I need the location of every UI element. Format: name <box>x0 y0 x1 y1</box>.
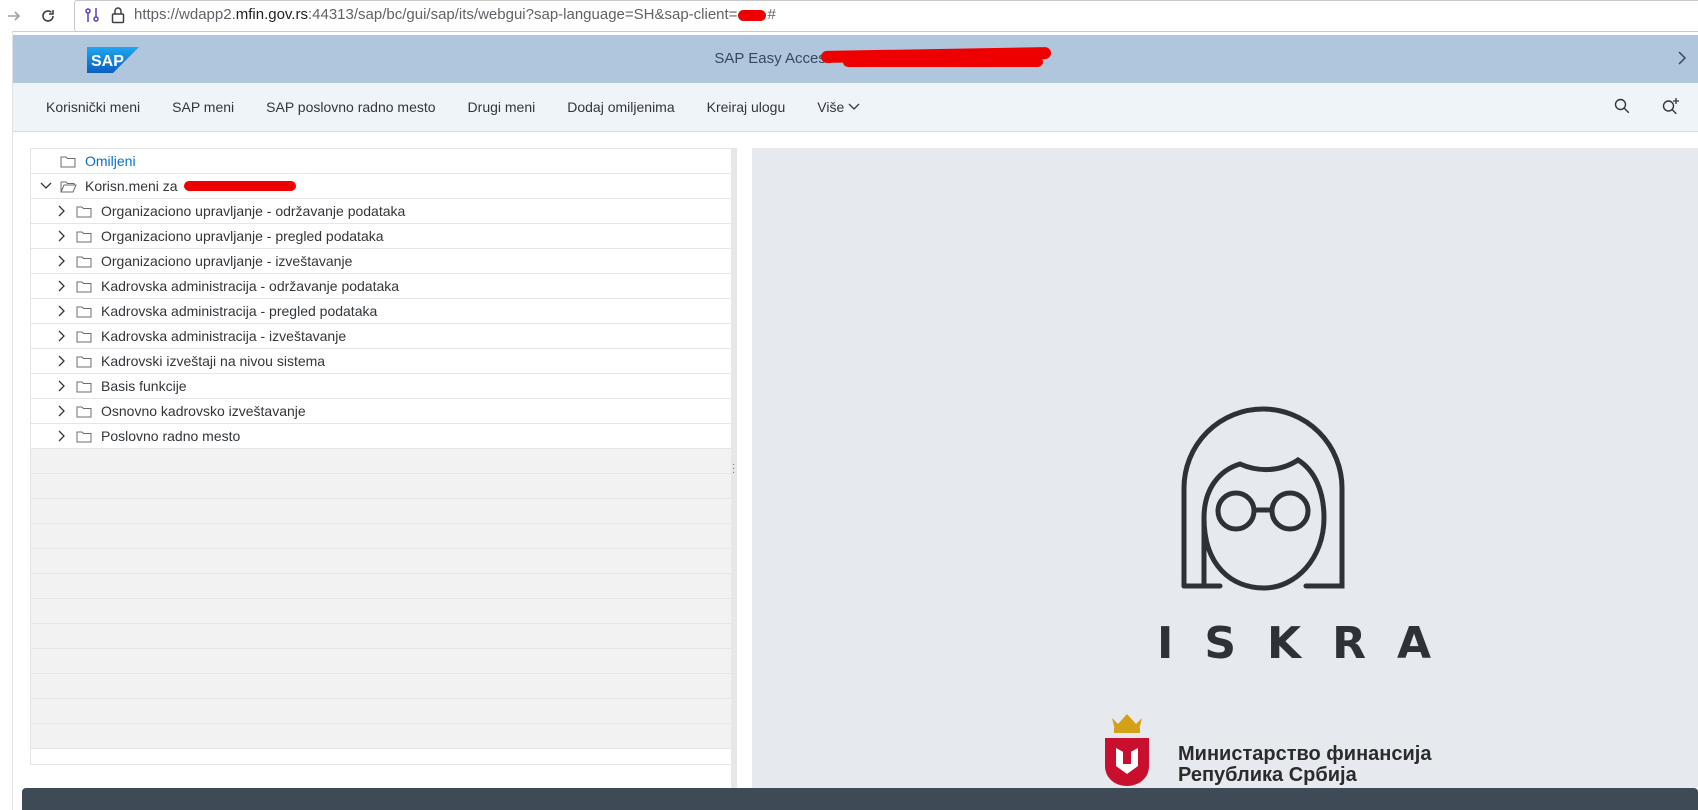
tree-row[interactable]: Kadrovska administracija - održavanje po… <box>31 274 732 299</box>
tree-label[interactable]: Kadrovska administracija - izveštavanje <box>101 328 346 344</box>
chevron-right-icon[interactable] <box>55 354 69 368</box>
toolbar-business-workplace[interactable]: SAP poslovno radno mesto <box>266 99 435 115</box>
folder-icon <box>75 203 93 219</box>
ministry-line-2: Република Србија <box>1178 764 1357 786</box>
url-suffix: :44313/sap/bc/gui/sap/its/webgui?sap-lan… <box>307 6 738 23</box>
tree-label[interactable]: Poslovno radno mesto <box>101 428 240 444</box>
menu-tree: Omiljeni Korisn.meni za Organizaciono up… <box>30 148 733 765</box>
chevron-right-icon[interactable] <box>55 304 69 318</box>
folder-icon <box>75 378 93 394</box>
iskra-wordmark: ISKRA <box>1157 618 1463 669</box>
url-text[interactable]: https://wdapp2.mfin.gov.rs:44313/sap/bc/… <box>134 6 776 23</box>
chevron-down-icon[interactable] <box>39 179 53 193</box>
tree-row[interactable]: Organizaciono upravljanje - održavanje p… <box>31 199 732 224</box>
tree-row-favorites[interactable]: Omiljeni <box>31 149 732 174</box>
panel-splitter[interactable]: · · · <box>731 148 737 788</box>
chevron-right-icon[interactable] <box>55 404 69 418</box>
url-end: # <box>767 6 776 23</box>
reload-icon[interactable] <box>38 6 58 26</box>
folder-icon <box>75 428 93 444</box>
ministry-name: Министарство финансија Република Србија <box>1178 744 1432 786</box>
chevron-right-icon[interactable] <box>55 379 69 393</box>
tree-label[interactable]: Organizaciono upravljanje - izveštavanje <box>101 253 352 269</box>
forward-icon[interactable] <box>4 6 24 26</box>
search-add-icon[interactable] <box>1661 97 1681 117</box>
tree-row[interactable]: Kadrovski izveštaji na nivou sistema <box>31 349 732 374</box>
toolbar-sap-menu[interactable]: SAP meni <box>172 99 234 115</box>
tree-label[interactable]: Organizaciono upravljanje - održavanje p… <box>101 203 405 219</box>
tree-row[interactable]: Basis funkcije <box>31 374 732 399</box>
shell-header: SAP SAP Easy Access - K <box>13 35 1698 83</box>
redaction-mark <box>843 57 1043 67</box>
chevron-right-icon[interactable] <box>55 229 69 243</box>
toolbar-more[interactable]: Više <box>817 99 860 115</box>
folder-icon <box>59 153 77 169</box>
status-bar <box>22 788 1698 810</box>
url-domain: mfin.gov.rs <box>235 6 308 23</box>
tree-label[interactable]: Kadrovski izveštaji na nivou sistema <box>101 353 325 369</box>
tree-row[interactable]: Organizaciono upravljanje - izveštavanje <box>31 249 732 274</box>
tree-row[interactable]: Poslovno radno mesto <box>31 424 732 449</box>
tree-label[interactable]: Korisn.meni za <box>85 178 178 194</box>
tree-row[interactable]: Kadrovska administracija - izveštavanje <box>31 324 732 349</box>
tree-row[interactable]: Organizaciono upravljanje - pregled poda… <box>31 224 732 249</box>
tree-row[interactable]: Kadrovska administracija - pregled podat… <box>31 299 732 324</box>
folder-icon <box>75 278 93 294</box>
browser-toolbar: https://wdapp2.mfin.gov.rs:44313/sap/bc/… <box>0 0 1698 32</box>
branding-panel: ISKRA Министарство финансија Република С… <box>752 148 1698 788</box>
ministry-line-1: Министарство финансија <box>1178 743 1432 765</box>
chevron-right-icon[interactable] <box>55 279 69 293</box>
serbia-coat-of-arms-icon <box>1102 708 1152 791</box>
lock-icon <box>111 6 125 29</box>
site-settings-icon[interactable] <box>83 6 101 29</box>
empty-tree-area <box>31 449 732 749</box>
tree-label[interactable]: Osnovno kadrovsko izveštavanje <box>101 403 306 419</box>
folder-icon <box>75 403 93 419</box>
chevron-down-icon <box>848 103 860 111</box>
search-icon[interactable] <box>1613 97 1633 117</box>
tree-row-user-menu[interactable]: Korisn.meni za <box>31 174 732 199</box>
folder-icon <box>75 353 93 369</box>
redaction-mark <box>738 9 767 21</box>
drag-handle-icon: · · · <box>732 459 736 478</box>
tree-label[interactable]: Omiljeni <box>85 153 136 169</box>
tree-label[interactable]: Kadrovska administracija - održavanje po… <box>101 278 399 294</box>
tree-label[interactable]: Kadrovska administracija - pregled podat… <box>101 303 377 319</box>
toolbar-add-favorites[interactable]: Dodaj omiljenima <box>567 99 674 115</box>
redaction-mark <box>183 181 296 191</box>
tree-label[interactable]: Organizaciono upravljanje - pregled poda… <box>101 228 384 244</box>
ministry-logo: Министарство финансија Република Србија <box>1102 708 1432 791</box>
folder-icon <box>75 228 93 244</box>
toolbar-user-menu[interactable]: Korisnički meni <box>46 99 140 115</box>
tree-label[interactable]: Basis funkcije <box>101 378 187 394</box>
chevron-right-icon[interactable] <box>55 204 69 218</box>
more-label: Više <box>817 99 845 115</box>
open-folder-icon <box>59 178 77 194</box>
chevron-right-icon[interactable] <box>1676 51 1688 70</box>
folder-icon <box>75 303 93 319</box>
chevron-right-icon[interactable] <box>55 329 69 343</box>
folder-icon <box>75 328 93 344</box>
left-edge <box>0 31 13 810</box>
chevron-right-icon[interactable] <box>55 254 69 268</box>
menu-toolbar: Korisnički meni SAP meni SAP poslovno ra… <box>13 83 1698 132</box>
iskra-logo-icon <box>1178 406 1348 596</box>
tree-row[interactable]: Osnovno kadrovsko izveštavanje <box>31 399 732 424</box>
url-prefix: https://wdapp2. <box>134 6 236 23</box>
chevron-right-icon[interactable] <box>55 429 69 443</box>
toolbar-other-menu[interactable]: Drugi meni <box>468 99 536 115</box>
folder-icon <box>75 253 93 269</box>
toolbar-create-role[interactable]: Kreiraj ulogu <box>707 99 786 115</box>
